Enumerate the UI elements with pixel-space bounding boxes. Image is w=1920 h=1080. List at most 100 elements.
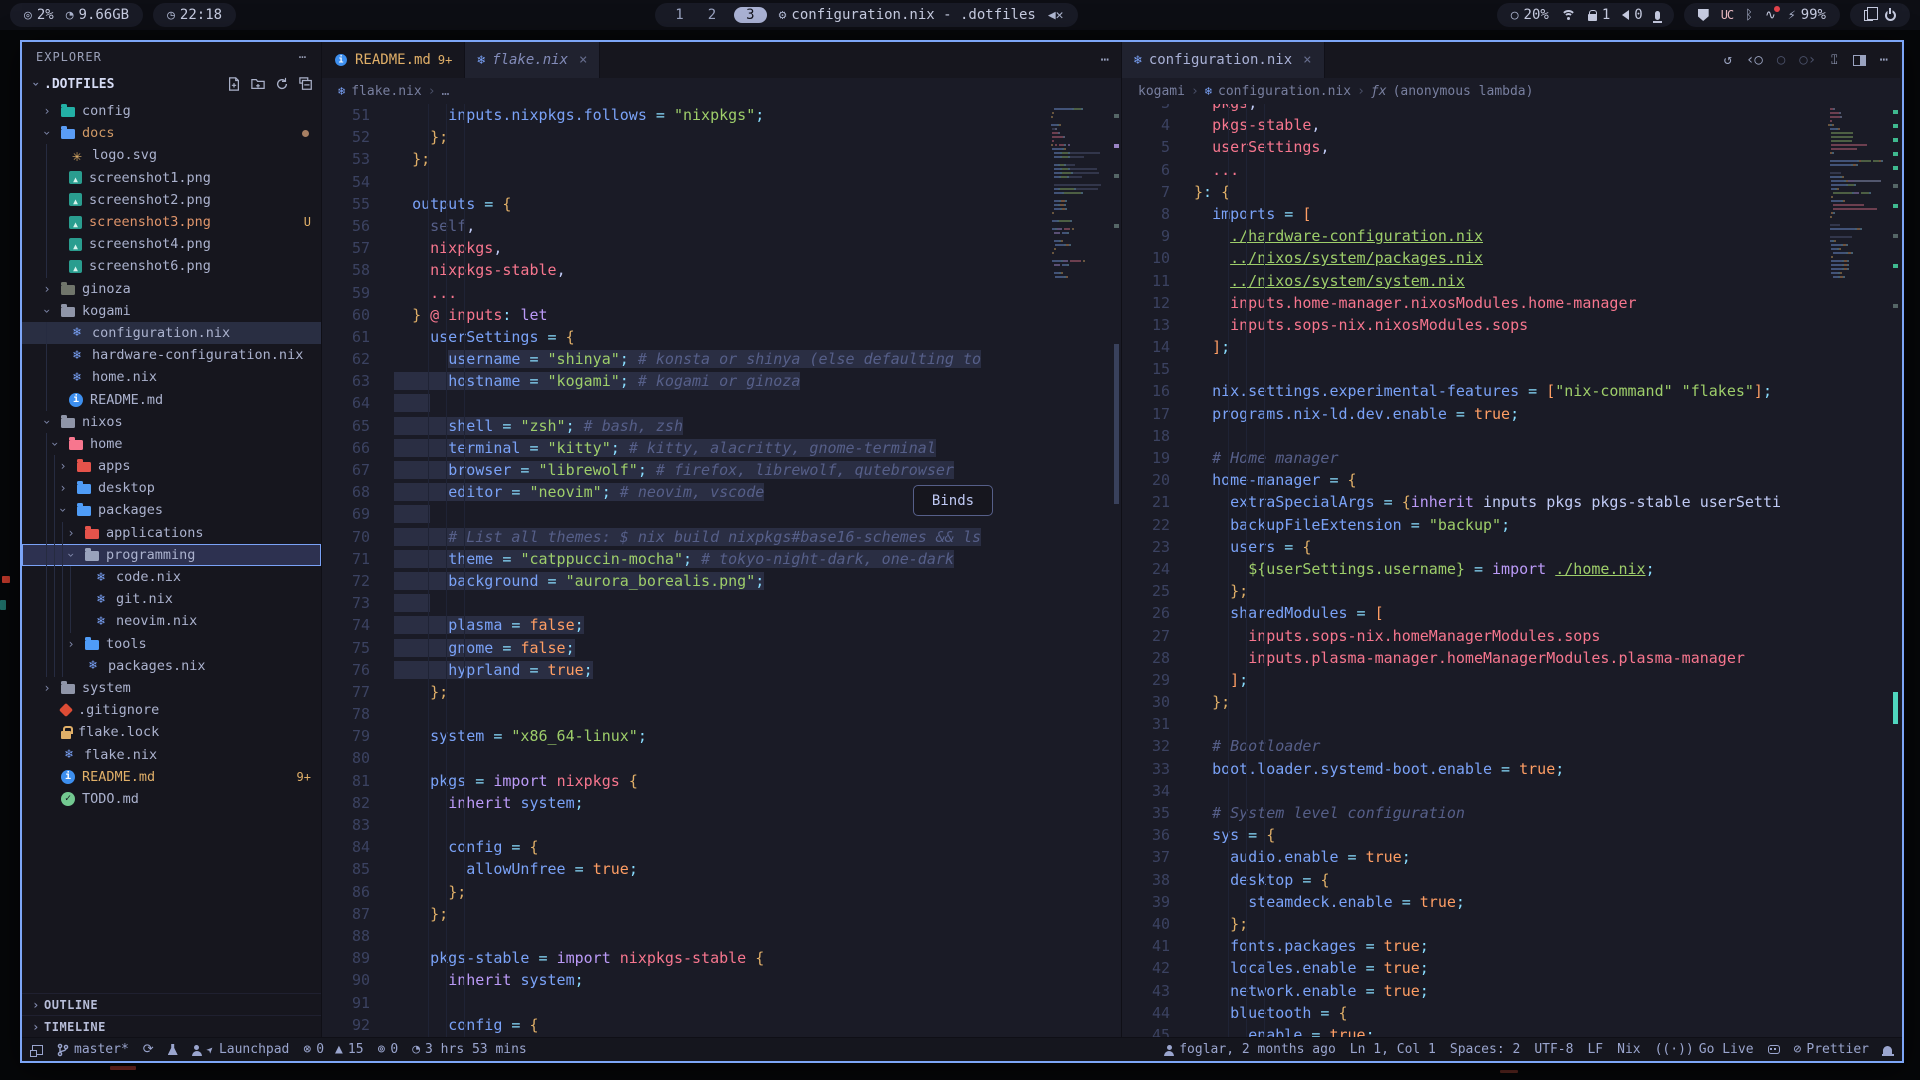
git-branch[interactable]: master*: [57, 1042, 129, 1057]
chevron-right-icon[interactable]: ›: [63, 526, 79, 540]
workspace-3-active[interactable]: 3: [734, 7, 766, 23]
chevron-right-icon[interactable]: ›: [63, 637, 79, 651]
chevron-right-icon[interactable]: ›: [55, 481, 71, 495]
new-folder-icon[interactable]: [251, 77, 265, 91]
tree-item-README.md[interactable]: iREADME.md9+: [22, 766, 321, 788]
split-editor-icon[interactable]: [1853, 55, 1866, 66]
tree-item-packages.nix[interactable]: ❄packages.nix: [22, 655, 321, 677]
breadcrumb-folder[interactable]: kogami: [1138, 84, 1185, 99]
tab-README.md[interactable]: iREADME.md9+: [322, 42, 465, 78]
local-history-icon[interactable]: ↺: [1724, 52, 1732, 68]
chevron-down-icon[interactable]: ›: [40, 303, 54, 319]
tree-item-screenshot3.png[interactable]: ▲screenshot3.pngU: [22, 211, 321, 233]
tree-item-code.nix[interactable]: ❄code.nix: [22, 566, 321, 588]
idle-circle-icon[interactable]: ○: [1511, 8, 1519, 23]
chevron-right-icon[interactable]: ›: [39, 104, 55, 118]
tree-item-packages[interactable]: ›packages: [22, 499, 321, 521]
tree-item-screenshot2.png[interactable]: ▲screenshot2.png: [22, 189, 321, 211]
tree-item-git.nix[interactable]: ❄git.nix: [22, 588, 321, 610]
breadcrumb-symbol[interactable]: (anonymous lambda): [1393, 84, 1534, 99]
chevron-right-icon[interactable]: ›: [39, 681, 55, 695]
new-file-icon[interactable]: [227, 77, 241, 91]
chevron-down-icon[interactable]: ›: [64, 547, 78, 563]
copilot-button[interactable]: [1768, 1045, 1780, 1054]
remote-indicator[interactable]: [32, 1045, 43, 1055]
chevron-right-icon[interactable]: ›: [55, 459, 71, 473]
speaker-icon[interactable]: [1622, 10, 1629, 20]
encoding[interactable]: UTF-8: [1534, 1042, 1573, 1057]
sync-button[interactable]: ⟳: [143, 1042, 154, 1057]
cursor-position[interactable]: Ln 1, Col 1: [1350, 1042, 1436, 1057]
tab-flake.nix[interactable]: ❄flake.nix×: [465, 42, 600, 78]
editor-more-actions-icon[interactable]: ⋯: [1101, 52, 1109, 68]
wifi-icon[interactable]: [1561, 10, 1576, 21]
breadcrumb[interactable]: ❄ flake.nix › …: [322, 78, 1121, 104]
chevron-down-icon[interactable]: ›: [56, 502, 70, 518]
muted-speaker-icon[interactable]: ◀✕: [1048, 8, 1064, 23]
breadcrumb-file[interactable]: flake.nix: [351, 84, 421, 99]
minimap[interactable]: [1049, 104, 1111, 1037]
workspace-1[interactable]: 1: [669, 7, 689, 23]
workspace-root-header[interactable]: › .DOTFILES: [22, 72, 321, 96]
minimap[interactable]: [1828, 104, 1890, 1037]
tree-item-applications[interactable]: ›applications: [22, 522, 321, 544]
tree-item-programming[interactable]: ›programming: [22, 544, 321, 566]
tree-item-apps[interactable]: ›apps: [22, 455, 321, 477]
tree-item-hardware-configuration.nix[interactable]: ❄hardware-configuration.nix: [22, 344, 321, 366]
tree-item-system[interactable]: ›system: [22, 677, 321, 699]
navigate-back-icon[interactable]: ‹○: [1746, 52, 1763, 68]
explorer-more-icon[interactable]: ⋯: [299, 50, 307, 64]
microphone-icon[interactable]: [1655, 11, 1660, 20]
device-notification-icon[interactable]: ∿: [1765, 8, 1776, 23]
tree-item-configuration.nix[interactable]: ❄configuration.nix: [22, 322, 321, 344]
breadcrumb[interactable]: kogami › ❄ configuration.nix › ƒx (anony…: [1122, 78, 1900, 104]
tools-button[interactable]: [168, 1044, 178, 1055]
tree-item-ginoza[interactable]: ›ginoza: [22, 278, 321, 300]
collapse-all-icon[interactable]: [299, 77, 313, 91]
ports-button[interactable]: ⊚0: [378, 1042, 399, 1057]
wakatime-button[interactable]: ◔3 hrs 53 mins: [412, 1042, 527, 1057]
notifications-button[interactable]: [1883, 1046, 1892, 1054]
chevron-right-icon[interactable]: ›: [39, 282, 55, 296]
input-method-icon[interactable]: UC: [1721, 8, 1733, 22]
tree-item-screenshot4.png[interactable]: ▲screenshot4.png: [22, 233, 321, 255]
tree-item-.gitignore[interactable]: .gitignore: [22, 699, 321, 721]
tree-item-docs[interactable]: ›docs: [22, 122, 321, 144]
circle-icon[interactable]: ○: [1777, 52, 1785, 68]
tree-item-flake.lock[interactable]: flake.lock: [22, 721, 321, 743]
tree-item-config[interactable]: ›config: [22, 100, 321, 122]
navigate-forward-icon[interactable]: ○›: [1799, 52, 1816, 68]
tree-item-neovim.nix[interactable]: ❄neovim.nix: [22, 610, 321, 632]
tree-item-logo.svg[interactable]: ✳logo.svg: [22, 144, 321, 166]
code-editor-configuration[interactable]: 3 pkgs,4 pkgs-stable,5 userSettings,6 ..…: [1122, 104, 1900, 1037]
tree-item-flake.nix[interactable]: ❄flake.nix: [22, 743, 321, 765]
tree-item-TODO.md[interactable]: ✓TODO.md: [22, 788, 321, 810]
editor-more-actions-icon[interactable]: ⋯: [1880, 52, 1888, 68]
language-mode[interactable]: Nix: [1617, 1042, 1640, 1057]
tab-configuration.nix[interactable]: ❄configuration.nix×: [1122, 42, 1325, 78]
shield-icon[interactable]: [1698, 9, 1709, 21]
workspace-2[interactable]: 2: [702, 7, 722, 23]
tree-item-home[interactable]: ›home: [22, 433, 321, 455]
breadcrumb-file[interactable]: configuration.nix: [1218, 84, 1351, 99]
problems-button[interactable]: ⊗0 ▲15: [303, 1042, 363, 1057]
outline-section[interactable]: ›OUTLINE: [22, 993, 321, 1015]
tree-item-screenshot6.png[interactable]: ▲screenshot6.png: [22, 255, 321, 277]
tree-item-tools[interactable]: ›tools: [22, 633, 321, 655]
timeline-section[interactable]: ›TIMELINE: [22, 1015, 321, 1037]
indentation[interactable]: Spaces: 2: [1450, 1042, 1520, 1057]
power-icon[interactable]: [1885, 10, 1896, 21]
launchpad-button[interactable]: ➤Launchpad: [192, 1042, 290, 1057]
tree-item-nixos[interactable]: ›nixos: [22, 411, 321, 433]
tree-item-screenshot1.png[interactable]: ▲screenshot1.png: [22, 167, 321, 189]
close-icon[interactable]: ×: [1303, 52, 1311, 68]
tree-item-home.nix[interactable]: ❄home.nix: [22, 366, 321, 388]
close-icon[interactable]: ×: [579, 52, 587, 68]
eol-sequence[interactable]: LF: [1587, 1042, 1603, 1057]
tree-item-README.md[interactable]: iREADME.md: [22, 388, 321, 410]
chevron-down-icon[interactable]: ›: [48, 436, 62, 452]
branch-compare-icon[interactable]: ⑄: [1830, 52, 1838, 68]
clipboard-icon[interactable]: [1864, 10, 1873, 21]
git-blame[interactable]: foglar, 2 months ago: [1164, 1042, 1336, 1057]
chevron-down-icon[interactable]: ›: [40, 125, 54, 141]
